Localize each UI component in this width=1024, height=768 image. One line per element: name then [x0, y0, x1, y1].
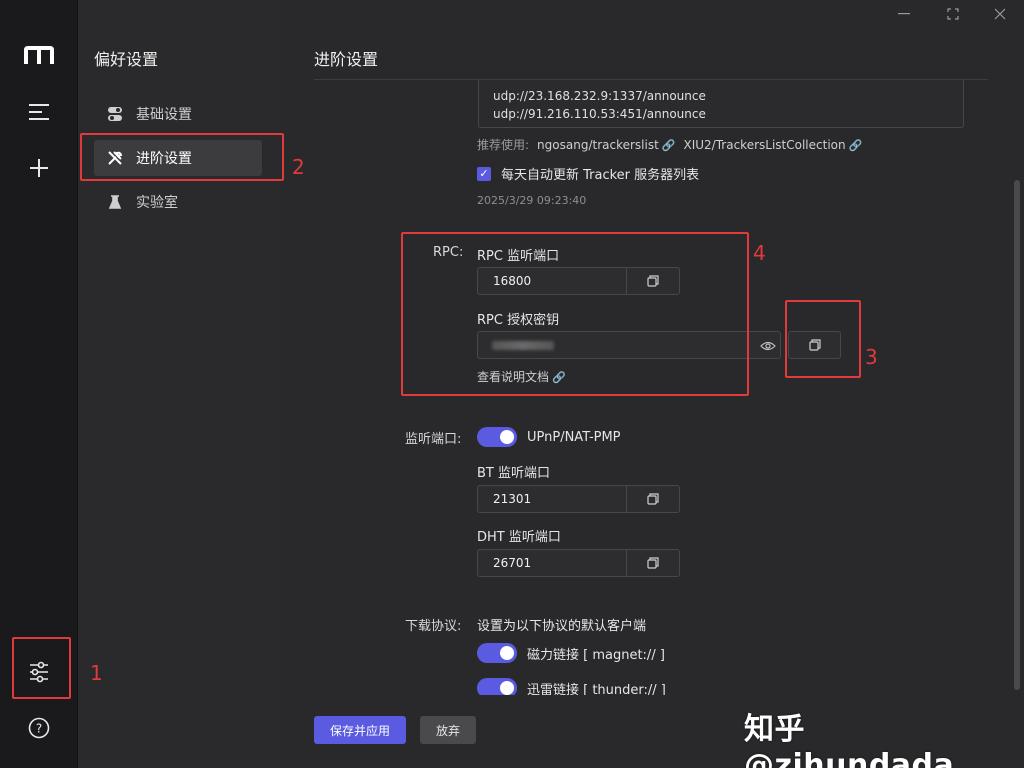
sidebar-item-label: 基础设置 [136, 107, 192, 123]
annotation-box-3 [785, 300, 861, 378]
dht-port-value: 26701 [493, 556, 532, 570]
upnp-toggle[interactable] [477, 427, 517, 447]
watermark: 知乎 @zihundada [744, 712, 955, 768]
maximize-icon[interactable] [941, 4, 965, 24]
auto-update-checkbox[interactable]: ✓ [477, 166, 491, 181]
upnp-label: UPnP/NAT-PMP [527, 429, 621, 445]
scrollbar[interactable] [1014, 180, 1020, 690]
dht-port-field[interactable]: 26701 [477, 549, 680, 577]
help-icon[interactable]: ? [14, 706, 64, 750]
annotation-label-1: 1 [90, 661, 103, 685]
tracker-line: udp://91.216.110.53:451/announce [493, 107, 706, 121]
sidebar-item-basic[interactable]: 基础设置 [94, 96, 262, 132]
bt-port-field[interactable]: 21301 [477, 485, 680, 513]
tracker-list-textarea[interactable]: udp://23.168.232.9:1337/announce udp://9… [478, 80, 964, 128]
copy-icon [647, 557, 659, 569]
annotation-box-1 [12, 637, 71, 699]
bt-port-copy-button[interactable] [626, 486, 679, 512]
discard-button[interactable]: 放弃 [420, 716, 476, 744]
annotation-box-2 [80, 133, 284, 181]
auto-update-checkbox-row[interactable]: ✓ 每天自动更新 Tracker 服务器列表 [477, 164, 699, 183]
auto-update-label: 每天自动更新 Tracker 服务器列表 [501, 168, 700, 183]
dht-port-copy-button[interactable] [626, 550, 679, 576]
protocol-section-label: 下载协议: [405, 619, 462, 634]
magnet-toggle[interactable] [477, 643, 517, 663]
thunder-toggle[interactable] [477, 678, 517, 695]
toggle-icon [106, 105, 124, 123]
protocol-desc: 设置为以下协议的默认客户端 [477, 619, 647, 634]
tracker-line: udp://23.168.232.9:1337/announce [493, 89, 706, 103]
thunder-toggle-row[interactable]: 迅雷链接 [ thunder:// ] [477, 678, 666, 695]
bt-port-value: 21301 [493, 492, 532, 506]
annotation-box-4 [401, 232, 749, 396]
last-update-time: 2025/3/29 09:23:40 [477, 194, 587, 207]
link-icon: 🔗 [848, 138, 863, 152]
sidebar-item-lab[interactable]: 实验室 [94, 184, 262, 220]
bt-port-label: BT 监听端口 [477, 466, 550, 481]
close-icon[interactable] [988, 4, 1012, 24]
minimize-icon[interactable] [892, 4, 916, 24]
annotation-label-3: 3 [865, 345, 878, 369]
sidebar-item-label: 实验室 [136, 195, 178, 211]
menu-icon[interactable] [14, 90, 64, 134]
listen-section-label: 监听端口: [405, 432, 462, 447]
recommend-link-ngosang[interactable]: ngosang/trackerslist 🔗 [537, 138, 675, 152]
magnet-toggle-row[interactable]: 磁力链接 [ magnet:// ] [477, 643, 665, 663]
recommend-link-xiu2[interactable]: XIU2/TrackersListCollection 🔗 [684, 138, 863, 152]
sidebar-title: 偏好设置 [94, 50, 159, 69]
recommend-label: 推荐使用: [477, 138, 530, 152]
thunder-label: 迅雷链接 [ thunder:// ] [527, 682, 666, 696]
copy-icon [647, 493, 659, 505]
recommend-row: 推荐使用: ngosang/trackerslist 🔗 XIU2/Tracker… [477, 136, 862, 153]
svg-text:?: ? [36, 722, 42, 736]
preferences-sidebar: 偏好设置 基础设置 进阶设置 实验室 [78, 0, 278, 768]
eye-icon[interactable] [753, 332, 783, 360]
save-apply-button[interactable]: 保存并应用 [314, 716, 406, 744]
annotation-label-4: 4 [753, 241, 766, 265]
annotation-label-2: 2 [292, 155, 305, 179]
dht-port-label: DHT 监听端口 [477, 530, 561, 545]
flask-icon [106, 193, 124, 211]
upnp-toggle-row[interactable]: UPnP/NAT-PMP [477, 427, 621, 447]
m-logo-icon [14, 34, 64, 78]
page-title: 进阶设置 [314, 50, 379, 69]
link-icon: 🔗 [661, 138, 676, 152]
magnet-label: 磁力链接 [ magnet:// ] [527, 647, 665, 663]
plus-icon[interactable] [14, 146, 64, 190]
